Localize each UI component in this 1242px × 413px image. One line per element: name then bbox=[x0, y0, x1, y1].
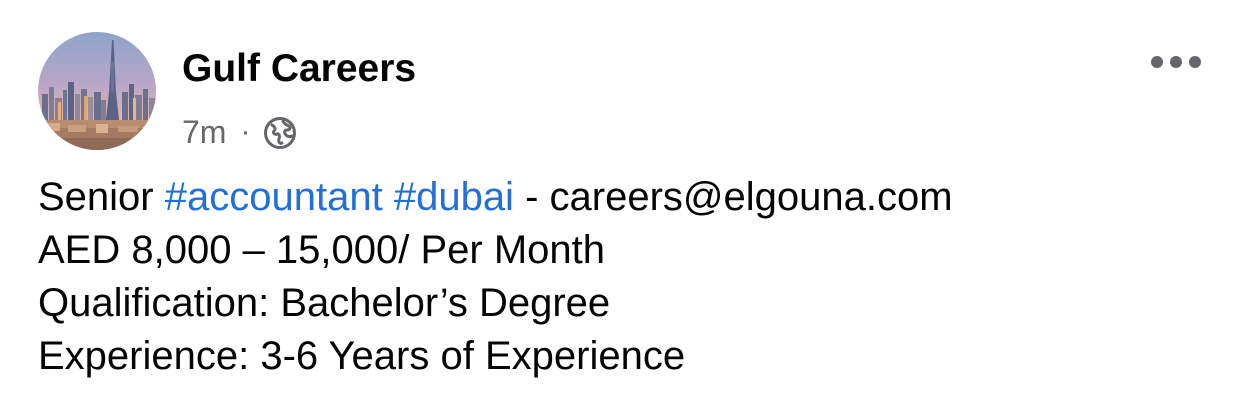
author-name[interactable]: Gulf Careers bbox=[182, 46, 416, 92]
post-line-4: Experience: 3-6 Years of Experience bbox=[38, 334, 686, 378]
post-meta: 7m · bbox=[182, 112, 297, 152]
more-dot-icon bbox=[1151, 56, 1163, 68]
post-line-2: AED 8,000 – 15,000/ Per Month bbox=[38, 228, 606, 272]
post-line-1: Senior #accountant #dubai - careers@elgo… bbox=[38, 171, 1218, 224]
more-dot-icon bbox=[1189, 56, 1201, 68]
post-card: Gulf Careers 7m · Senior #accountant #du… bbox=[0, 0, 1242, 413]
post-text-email: - careers@elgouna.com bbox=[525, 175, 953, 219]
city-skyline-image bbox=[38, 32, 156, 150]
more-dot-icon bbox=[1170, 56, 1182, 68]
more-options-button[interactable] bbox=[1140, 44, 1212, 80]
hashtag-dubai-link[interactable]: #dubai bbox=[394, 175, 514, 219]
post-body: Senior #accountant #dubai - careers@elgo… bbox=[38, 171, 1218, 383]
separator-dot: · bbox=[240, 115, 251, 148]
hashtag-accountant-link[interactable]: #accountant bbox=[165, 175, 383, 219]
post-timestamp[interactable]: 7m bbox=[182, 112, 226, 152]
globe-icon[interactable] bbox=[263, 116, 297, 150]
post-text-prefix: Senior bbox=[38, 175, 154, 219]
post-line-3: Qualification: Bachelor’s Degree bbox=[38, 281, 611, 325]
avatar[interactable] bbox=[38, 32, 156, 150]
